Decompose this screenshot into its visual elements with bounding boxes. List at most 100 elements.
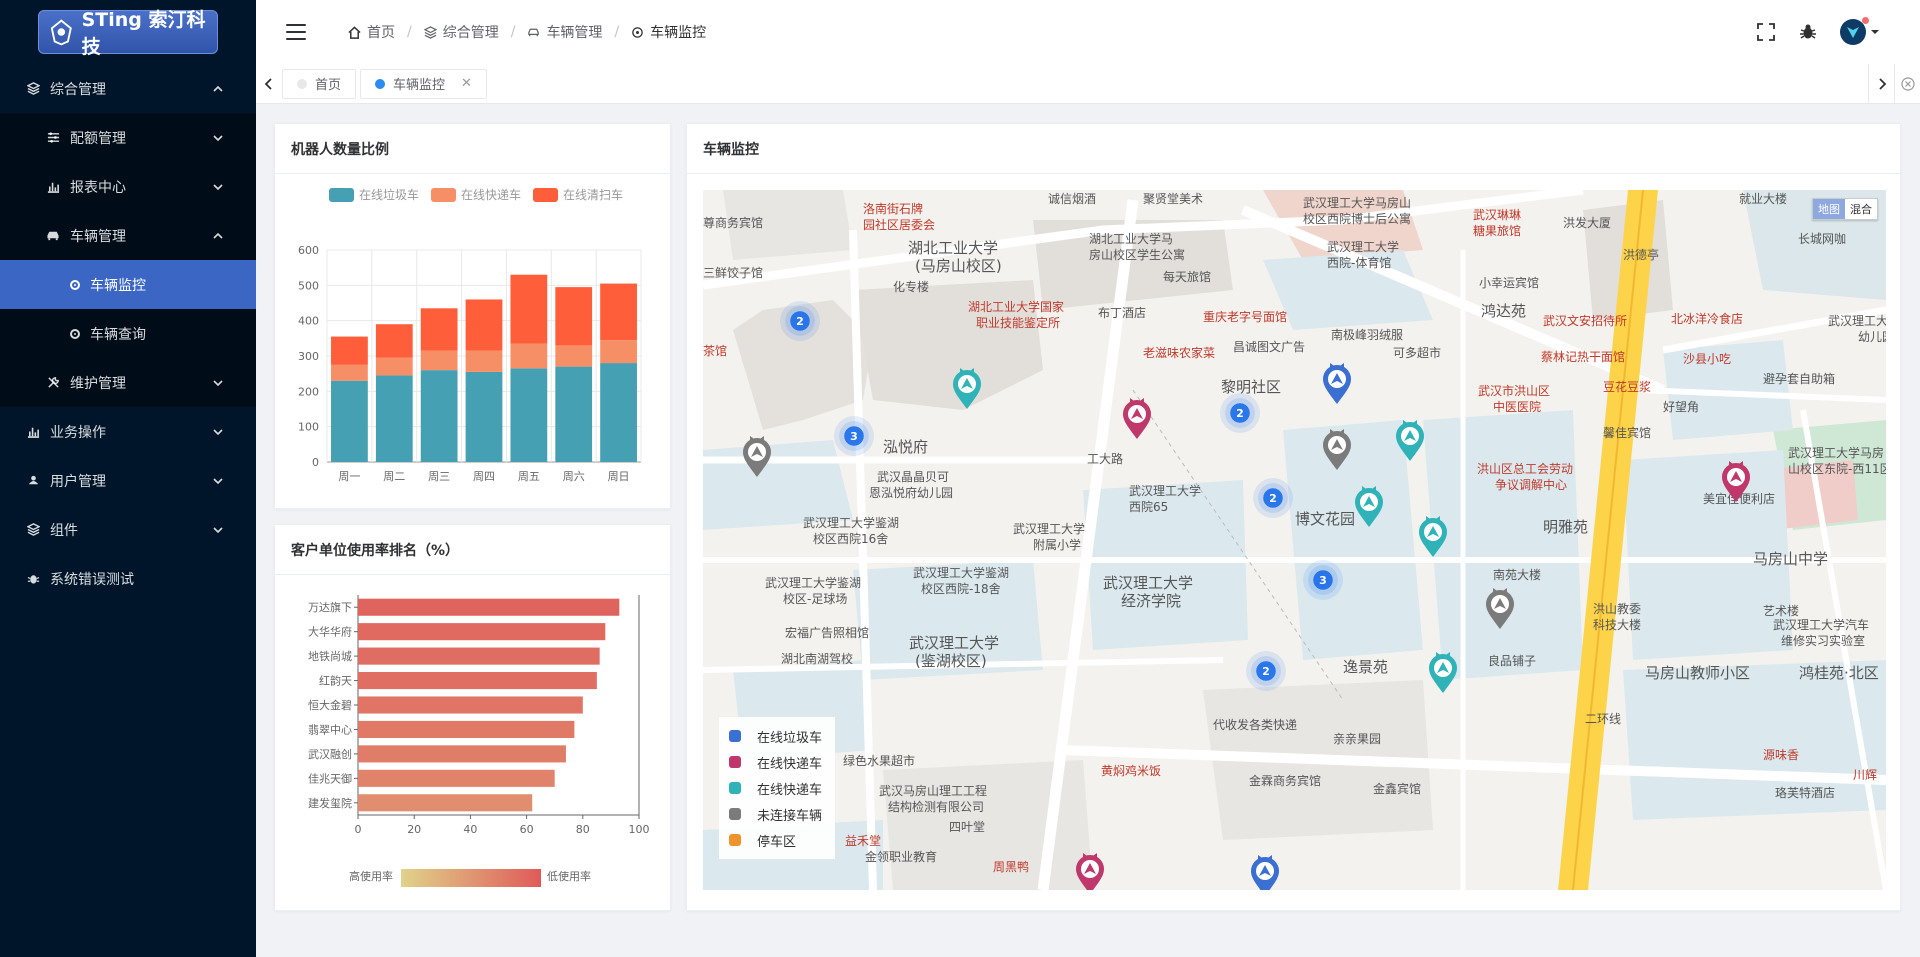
map-poi-label[interactable]: 南苑大楼 [1493, 566, 1541, 583]
map-poi-label[interactable]: 武汉理工大学鉴湖 [913, 564, 1009, 581]
express-car-marker[interactable] [950, 365, 984, 411]
map-poi-label[interactable]: 幼儿园 [1858, 328, 1886, 345]
map-poi-label[interactable]: 武汉理工大学 [1013, 520, 1085, 537]
sidebar-item-reports[interactable]: 报表中心 [0, 162, 256, 211]
map-poi-label[interactable]: 四叶堂 [949, 818, 985, 835]
map-poi-label[interactable]: 尊商务宾馆 [703, 214, 763, 231]
tab-close-icon[interactable]: ✕ [461, 76, 472, 91]
sidebar-item-maintenance[interactable]: 维护管理 [0, 358, 256, 407]
map-poi-label[interactable]: 西院65 [1129, 498, 1168, 515]
map-poi-label[interactable]: 经济学院 [1121, 590, 1181, 611]
sidebar-item-general[interactable]: 综合管理 [0, 64, 256, 113]
map-poi-label[interactable]: 沙县小吃 [1683, 350, 1731, 367]
map-poi-label[interactable]: (马房山校区) [915, 255, 1002, 276]
map-poi-label[interactable]: 聚贤堂美术 [1143, 190, 1203, 207]
map-poi-label[interactable]: 西院-体育馆 [1327, 254, 1391, 271]
map-poi-label[interactable]: 校区-足球场 [783, 590, 847, 607]
sidebar-item-vehicle-monitor[interactable]: 车辆监控 [0, 260, 256, 309]
map-poi-label[interactable]: 武汉理工大学 [1129, 482, 1201, 499]
map-poi-label[interactable]: 维修实习实验室 [1781, 632, 1865, 649]
express-car-marker[interactable] [1120, 395, 1154, 441]
map-poi-label[interactable]: 亲亲果园 [1333, 730, 1381, 747]
express-car-marker[interactable] [1416, 513, 1450, 559]
map-poi-label[interactable]: 珞芙特酒店 [1775, 784, 1835, 801]
map-poi-label[interactable]: 南极峰羽绒服 [1331, 326, 1403, 343]
map-poi-label[interactable]: 重庆老字号面馆 [1203, 308, 1287, 325]
map-poi-label[interactable]: 武汉理工大学马房 [1788, 444, 1884, 461]
map-poi-label[interactable]: 校区西院16舍 [813, 530, 888, 547]
map-poi-label[interactable]: 工大路 [1087, 450, 1123, 467]
express-car-marker[interactable] [1426, 649, 1460, 695]
map-type-normal[interactable]: 地图 [1813, 199, 1845, 219]
map-poi-label[interactable]: 绿色水果超市 [843, 752, 915, 769]
bug-icon[interactable] [1798, 22, 1818, 42]
sidebar-item-error-test[interactable]: 系统错误测试 [0, 554, 256, 603]
map-poi-label[interactable]: 湖北工业大学马 [1089, 230, 1173, 247]
map-poi-label[interactable]: 争议调解中心 [1495, 476, 1567, 493]
menu-toggle-icon[interactable] [286, 24, 306, 40]
map-poi-label[interactable]: 蔡林记热干面馆 [1541, 348, 1625, 365]
map-poi-label[interactable]: 昌诚图文广告 [1233, 338, 1305, 355]
map-poi-label[interactable]: 化专楼 [893, 278, 929, 295]
map-poi-label[interactable]: 洛南街石牌 [863, 200, 923, 217]
map-poi-label[interactable]: 就业大楼 [1739, 190, 1787, 207]
breadcrumb-item-general[interactable]: 综合管理 [423, 22, 499, 42]
map-poi-label[interactable]: 源味香 [1763, 746, 1799, 763]
map-poi-label[interactable]: 职业技能鉴定所 [976, 314, 1060, 331]
close-all-tabs-icon[interactable] [1894, 64, 1920, 104]
map-poi-label[interactable]: 馨佳宾馆 [1603, 424, 1651, 441]
map-poi-label[interactable]: 武汉文安招待所 [1543, 312, 1627, 329]
map-poi-label[interactable]: 武汉琳琳 [1473, 206, 1521, 223]
vehicle-cluster[interactable]: 2 [1246, 651, 1286, 691]
map-poi-label[interactable]: 金鑫宾馆 [1373, 780, 1421, 797]
map-poi-label[interactable]: 湖北南湖驾校 [781, 650, 853, 667]
map-poi-label[interactable]: 明雅苑 [1543, 516, 1588, 537]
map-poi-label[interactable]: 金领职业教育 [865, 848, 937, 865]
map-poi-label[interactable]: 鸿桂苑·北区 [1799, 662, 1879, 683]
vehicle-cluster[interactable]: 2 [1253, 478, 1293, 518]
vehicle-cluster[interactable]: 2 [780, 301, 820, 341]
tab-vehicle-monitor[interactable]: 车辆监控 ✕ [360, 68, 487, 99]
vehicle-cluster[interactable]: 3 [834, 416, 874, 456]
map-legend-item[interactable]: 停车区 [719, 827, 835, 853]
garbage-truck-marker[interactable] [1320, 360, 1354, 406]
map-poi-label[interactable]: 湖北工业大学国家 [968, 298, 1064, 315]
vehicle-map[interactable]: 洛南街石牌 园社区居委会 诚信烟酒 聚贤堂美术 尊商务宾馆 湖北工业大学 (马房山校区) 湖北… [703, 190, 1886, 890]
map-legend-item[interactable]: 在线垃圾车 [719, 723, 835, 749]
offline-vehicle-marker[interactable] [740, 433, 774, 479]
map-poi-label[interactable]: 周黑鸭 [993, 858, 1029, 875]
map-poi-label[interactable]: 老滋味农家菜 [1143, 344, 1215, 361]
map-poi-label[interactable]: 川辉 [1853, 766, 1877, 783]
sidebar-item-vehicle-query[interactable]: 车辆查询 [0, 309, 256, 358]
map-poi-label[interactable]: 代收发各类快递 [1213, 716, 1297, 733]
map-legend-item[interactable]: 在线快递车 [719, 775, 835, 801]
map-poi-label[interactable]: 避孕套自助箱 [1763, 370, 1835, 387]
map-poi-label[interactable]: 马房山中学 [1753, 548, 1828, 569]
map-poi-label[interactable]: 校区西院-18舍 [921, 580, 1001, 597]
map-poi-label[interactable]: 北冰洋冷食店 [1671, 310, 1743, 327]
map-poi-label[interactable]: 洪德亭 [1623, 246, 1659, 263]
map-poi-label[interactable]: 三鲜饺子馆 [703, 264, 763, 281]
user-avatar-menu[interactable] [1840, 17, 1880, 45]
brand-logo[interactable]: STing 索汀科技 [38, 9, 218, 58]
map-poi-label[interactable]: 马房山教师小区 [1645, 662, 1750, 683]
map-poi-label[interactable]: 小幸运宾馆 [1479, 274, 1539, 291]
map-poi-label[interactable]: 科技大楼 [1593, 616, 1641, 633]
map-poi-label[interactable]: 园社区居委会 [863, 216, 935, 233]
map-poi-label[interactable]: 金霖商务宾馆 [1249, 772, 1321, 789]
express-car-marker[interactable] [1393, 417, 1427, 463]
map-type-hybrid[interactable]: 混合 [1845, 199, 1877, 219]
map-poi-label[interactable]: 黎明社区 [1221, 376, 1281, 397]
map-poi-label[interactable]: 武汉晶晶贝可 [877, 468, 949, 485]
map-poi-label[interactable]: 长城网咖 [1798, 230, 1846, 247]
map-poi-label[interactable]: 糖果旅馆 [1473, 222, 1521, 239]
express-car-marker[interactable] [1073, 850, 1107, 890]
express-car-marker[interactable] [1352, 483, 1386, 529]
map-poi-label[interactable]: 房山校区学生公寓 [1089, 246, 1185, 263]
map-poi-label[interactable]: 诚信烟酒 [1048, 190, 1096, 207]
map-legend-item[interactable]: 未连接车辆 [719, 801, 835, 827]
tabs-scroll-right-icon[interactable] [1868, 64, 1894, 104]
map-poi-label[interactable]: 武汉市洪山区 [1478, 382, 1550, 399]
map-poi-label[interactable]: 洪发大厦 [1563, 214, 1611, 231]
map-poi-label[interactable]: 好望角 [1663, 398, 1699, 415]
